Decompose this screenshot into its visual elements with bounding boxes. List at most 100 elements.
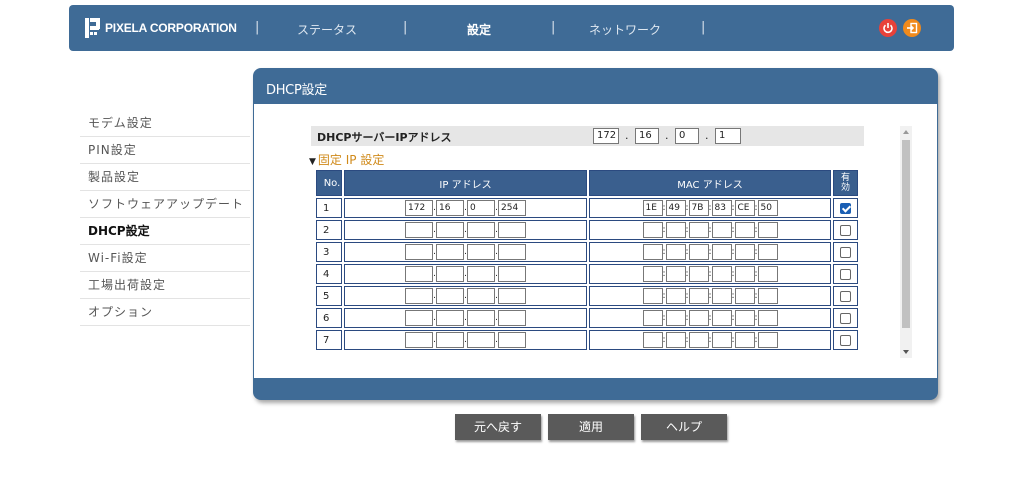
ip-octet-field[interactable] <box>405 332 433 348</box>
mac-octet-field[interactable] <box>642 310 663 326</box>
scroll-down-icon[interactable] <box>903 350 909 354</box>
server-ip-octet-2[interactable]: 16 <box>635 128 659 144</box>
mac-octet-field[interactable] <box>711 288 732 304</box>
mac-octet-field[interactable] <box>734 310 755 326</box>
mac-octet-field[interactable]: CE <box>734 200 755 216</box>
mac-octet-field[interactable]: 49 <box>665 200 686 216</box>
fixed-ip-section-title[interactable]: ▼ 固定 IP 設定 <box>309 151 384 168</box>
ip-octet-field[interactable] <box>467 288 495 304</box>
ip-octet-field[interactable] <box>498 288 526 304</box>
sidebar-item-software-update[interactable]: ソフトウェアアップデート <box>80 191 250 218</box>
server-ip-octet-1[interactable]: 172 <box>593 128 619 144</box>
enabled-checkbox[interactable] <box>840 313 851 324</box>
enabled-checkbox[interactable] <box>840 247 851 258</box>
mac-octet-field[interactable] <box>665 222 686 238</box>
mac-octet-field[interactable] <box>711 222 732 238</box>
mac-octet-field[interactable]: 7B <box>688 200 709 216</box>
mac-octet-field[interactable] <box>688 310 709 326</box>
mac-octet-field[interactable]: 83 <box>711 200 732 216</box>
mac-octet-field[interactable]: 1E <box>642 200 663 216</box>
power-icon[interactable] <box>879 19 897 37</box>
mac-octet-field[interactable] <box>734 266 755 282</box>
mac-octet-field[interactable] <box>642 288 663 304</box>
ip-octet-field[interactable] <box>436 266 464 282</box>
scroll-thumb[interactable] <box>902 140 910 328</box>
sidebar-item-factory-reset[interactable]: 工場出荷設定 <box>80 272 250 299</box>
mac-octet-field[interactable] <box>757 288 778 304</box>
ip-octet-field[interactable] <box>436 332 464 348</box>
ip-octet-field[interactable] <box>498 310 526 326</box>
ip-octet-field[interactable] <box>467 222 495 238</box>
server-ip-octet-3[interactable]: 0 <box>675 128 699 144</box>
sidebar-item-options[interactable]: オプション <box>80 299 250 326</box>
mac-octet-field[interactable] <box>642 222 663 238</box>
ip-octet-field[interactable] <box>405 266 433 282</box>
ip-octet-field[interactable] <box>498 244 526 260</box>
ip-octet-field[interactable] <box>498 222 526 238</box>
sidebar-item-product[interactable]: 製品設定 <box>80 164 250 191</box>
mac-octet-field[interactable] <box>665 288 686 304</box>
apply-button[interactable]: 適用 <box>548 414 634 440</box>
mac-octet-field[interactable] <box>688 332 709 348</box>
sidebar-item-pin[interactable]: PIN設定 <box>80 137 250 164</box>
enabled-checkbox[interactable] <box>840 269 851 280</box>
mac-octet-field[interactable] <box>734 222 755 238</box>
mac-octet-field[interactable] <box>642 266 663 282</box>
help-button[interactable]: ヘルプ <box>641 414 727 440</box>
mac-octet-field[interactable]: 50 <box>757 200 778 216</box>
mac-octet-field[interactable] <box>757 222 778 238</box>
mac-octet-field[interactable] <box>665 310 686 326</box>
mac-octet-field[interactable] <box>665 244 686 260</box>
ip-octet-field[interactable]: 16 <box>436 200 464 216</box>
enabled-checkbox[interactable] <box>840 203 851 214</box>
ip-octet-field[interactable] <box>405 288 433 304</box>
enabled-checkbox[interactable] <box>840 335 851 346</box>
mac-octet-field[interactable] <box>734 244 755 260</box>
ip-octet-field[interactable] <box>405 222 433 238</box>
sidebar-item-dhcp[interactable]: DHCP設定 <box>80 218 250 245</box>
scroll-up-icon[interactable] <box>903 130 909 134</box>
ip-octet-field[interactable] <box>467 332 495 348</box>
mac-octet-field[interactable] <box>642 332 663 348</box>
vertical-scrollbar[interactable] <box>900 126 912 358</box>
ip-octet-field[interactable]: 172 <box>405 200 433 216</box>
ip-octet-field[interactable] <box>405 244 433 260</box>
ip-octet-field[interactable]: 0 <box>467 200 495 216</box>
ip-octet-field[interactable]: 254 <box>498 200 526 216</box>
nav-status[interactable]: ステータス <box>297 21 357 38</box>
ip-octet-field[interactable] <box>405 310 433 326</box>
mac-octet-field[interactable] <box>734 332 755 348</box>
ip-octet-field[interactable] <box>436 288 464 304</box>
sidebar-item-wifi[interactable]: Wi-Fi設定 <box>80 245 250 272</box>
ip-octet-field[interactable] <box>467 266 495 282</box>
enabled-checkbox[interactable] <box>840 225 851 236</box>
mac-octet-field[interactable] <box>665 266 686 282</box>
mac-octet-field[interactable] <box>665 332 686 348</box>
mac-octet-field[interactable] <box>757 244 778 260</box>
sidebar-item-modem[interactable]: モデム設定 <box>80 110 250 137</box>
mac-octet-field[interactable] <box>688 244 709 260</box>
mac-octet-field[interactable] <box>688 266 709 282</box>
mac-octet-field[interactable] <box>734 288 755 304</box>
mac-octet-field[interactable] <box>642 244 663 260</box>
mac-octet-field[interactable] <box>757 266 778 282</box>
mac-octet-field[interactable] <box>688 288 709 304</box>
mac-octet-field[interactable] <box>711 332 732 348</box>
ip-octet-field[interactable] <box>436 244 464 260</box>
restore-button[interactable]: 元へ戻す <box>455 414 541 440</box>
enabled-checkbox[interactable] <box>840 291 851 302</box>
nav-settings[interactable]: 設定 <box>467 21 491 38</box>
mac-octet-field[interactable] <box>757 332 778 348</box>
ip-octet-field[interactable] <box>467 310 495 326</box>
ip-octet-field[interactable] <box>467 244 495 260</box>
mac-octet-field[interactable] <box>711 266 732 282</box>
ip-octet-field[interactable] <box>436 222 464 238</box>
mac-octet-field[interactable] <box>757 310 778 326</box>
nav-network[interactable]: ネットワーク <box>589 21 661 38</box>
mac-octet-field[interactable] <box>711 244 732 260</box>
mac-octet-field[interactable] <box>688 222 709 238</box>
server-ip-octet-4[interactable]: 1 <box>715 128 741 144</box>
ip-octet-field[interactable] <box>436 310 464 326</box>
ip-octet-field[interactable] <box>498 332 526 348</box>
mac-octet-field[interactable] <box>711 310 732 326</box>
